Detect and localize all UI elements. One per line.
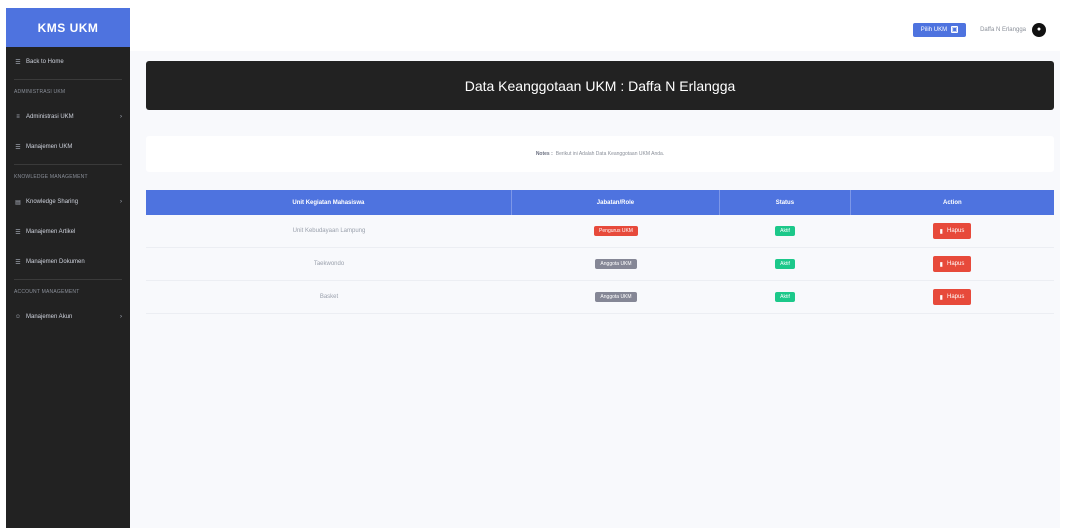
- sidebar-item-label: Manajemen Artikel: [26, 229, 76, 235]
- status-cell: Aktif: [720, 248, 850, 280]
- sidebar-section-heading: Knowledge Management: [14, 174, 88, 180]
- delete-button-label: Hapus: [946, 228, 965, 234]
- window-icon: ▣: [951, 26, 959, 33]
- column-header-status: Status: [720, 190, 851, 215]
- notes-label: Notes :: [535, 151, 553, 157]
- sidebar-item-label: Manajemen UKM: [26, 144, 73, 150]
- select-ukm-button[interactable]: Pilih UKM ▣: [912, 22, 967, 37]
- sidebar-section-heading: Administrasi UKM: [14, 89, 66, 95]
- ukm-name-cell: Basket: [319, 294, 339, 300]
- chevron-right-icon: ›: [120, 114, 122, 120]
- table-header: Unit Kegiatan Mahasiswa Jabatan/Role Sta…: [146, 190, 1054, 215]
- topbar: Pilih UKM ▣ Daffa N Erlangga ●: [130, 8, 1060, 52]
- chevron-right-icon: ›: [120, 314, 122, 320]
- sidebar-nav: ☰ Back to Home Administrasi UKM ≡ Administra…: [6, 47, 130, 332]
- role-cell: Anggota UKM: [512, 281, 720, 313]
- sidebar-item[interactable]: ≡ Administrasi UKM ›: [6, 102, 130, 132]
- delete-button[interactable]: ▮ Hapus: [932, 223, 972, 239]
- role-badge: Anggota UKM: [595, 292, 637, 302]
- trash-icon: ▮: [939, 294, 943, 301]
- sidebar-item-label: Administrasi UKM: [26, 114, 74, 120]
- grid-icon: ☰: [15, 229, 21, 236]
- select-ukm-label: Pilih UKM: [920, 26, 948, 33]
- sidebar-item-label: Manajemen Akun: [26, 314, 73, 320]
- status-badge: Aktif: [775, 259, 795, 269]
- role-cell: Anggota UKM: [512, 248, 720, 280]
- membership-table: Unit Kegiatan Mahasiswa Jabatan/Role Sta…: [146, 190, 1054, 314]
- list-icon: ≡: [16, 114, 20, 120]
- brand-logo[interactable]: KMS UKM: [6, 8, 130, 47]
- user-name[interactable]: Daffa N Erlangga: [980, 27, 1026, 33]
- grid-icon: ☰: [15, 259, 21, 266]
- action-cell: ▮ Hapus: [850, 248, 1054, 280]
- notes-text: Berikut ini Adalah Data Keanggotaan UKM …: [555, 151, 665, 157]
- sidebar-item[interactable]: ☰ Manajemen Dokumen: [6, 247, 130, 277]
- sidebar: KMS UKM ☰ Back to Home Administrasi UKM ≡ Ad…: [6, 8, 130, 528]
- chevron-right-icon: ›: [120, 199, 122, 205]
- status-badge: Aktif: [775, 292, 795, 302]
- sidebar-item[interactable]: ☰ Manajemen UKM: [6, 132, 130, 162]
- user-icon: ☺: [14, 314, 22, 320]
- sidebar-section-heading: Account Management: [14, 289, 80, 295]
- table-body: Unit Kebudayaan Lampung Pengurus UKM Aktif…: [146, 215, 1054, 314]
- column-header-ukm: Unit Kegiatan Mahasiswa: [146, 190, 512, 215]
- table-row: Taekwondo Anggota UKM Aktif ▮ Hapus: [146, 248, 1054, 281]
- column-header-role: Jabatan/Role: [512, 190, 721, 215]
- column-header-action: Action: [943, 199, 962, 206]
- sidebar-item-label: Back to Home: [26, 59, 64, 65]
- trash-icon: ▮: [939, 228, 943, 235]
- trash-icon: ▮: [939, 261, 943, 268]
- sidebar-item-label: Manajemen Dokumen: [26, 259, 85, 265]
- table-row: Unit Kebudayaan Lampung Pengurus UKM Aktif…: [146, 215, 1054, 248]
- status-cell: Aktif: [720, 281, 850, 313]
- role-cell: Pengurus UKM: [512, 215, 720, 247]
- doc-icon: ▤: [15, 199, 21, 206]
- ukm-name-cell: Taekwondo: [313, 261, 345, 267]
- sidebar-item[interactable]: ☰ Back to Home: [6, 47, 130, 77]
- sidebar-item[interactable]: ▤ Knowledge Sharing ›: [6, 187, 130, 217]
- grid-icon: ☰: [15, 59, 21, 66]
- app: KMS UKM ☰ Back to Home Administrasi UKM ≡ Ad…: [0, 0, 1066, 528]
- action-cell: ▮ Hapus: [850, 281, 1054, 313]
- table-row: Basket Anggota UKM Aktif ▮ Hapus: [146, 281, 1054, 314]
- sidebar-divider: [14, 164, 122, 165]
- grid-icon: ☰: [15, 144, 21, 151]
- notes-card: Notes : Berikut ini Adalah Data Keanggot…: [146, 136, 1054, 172]
- sidebar-divider: [14, 79, 122, 80]
- sidebar-item[interactable]: ☰ Manajemen Artikel: [6, 217, 130, 247]
- status-cell: Aktif: [720, 215, 850, 247]
- sidebar-item-label: Knowledge Sharing: [26, 199, 79, 205]
- delete-button-label: Hapus: [946, 261, 965, 267]
- main-content: Data Keanggotaan UKM : Daffa N Erlangga …: [130, 51, 1060, 528]
- ukm-name-cell: Unit Kebudayaan Lampung: [292, 228, 366, 234]
- action-cell: ▮ Hapus: [850, 215, 1054, 247]
- sidebar-divider: [14, 279, 122, 280]
- sidebar-item[interactable]: ☺ Manajemen Akun ›: [6, 302, 130, 332]
- delete-button[interactable]: ▮ Hapus: [932, 289, 972, 305]
- role-badge: Anggota UKM: [595, 259, 637, 269]
- status-badge: Aktif: [775, 226, 795, 236]
- avatar[interactable]: ●: [1032, 22, 1046, 37]
- delete-button[interactable]: ▮ Hapus: [932, 256, 972, 272]
- delete-button-label: Hapus: [946, 294, 965, 300]
- role-badge: Pengurus UKM: [594, 226, 638, 236]
- page-title: Data Keanggotaan UKM : Daffa N Erlangga: [146, 61, 1054, 110]
